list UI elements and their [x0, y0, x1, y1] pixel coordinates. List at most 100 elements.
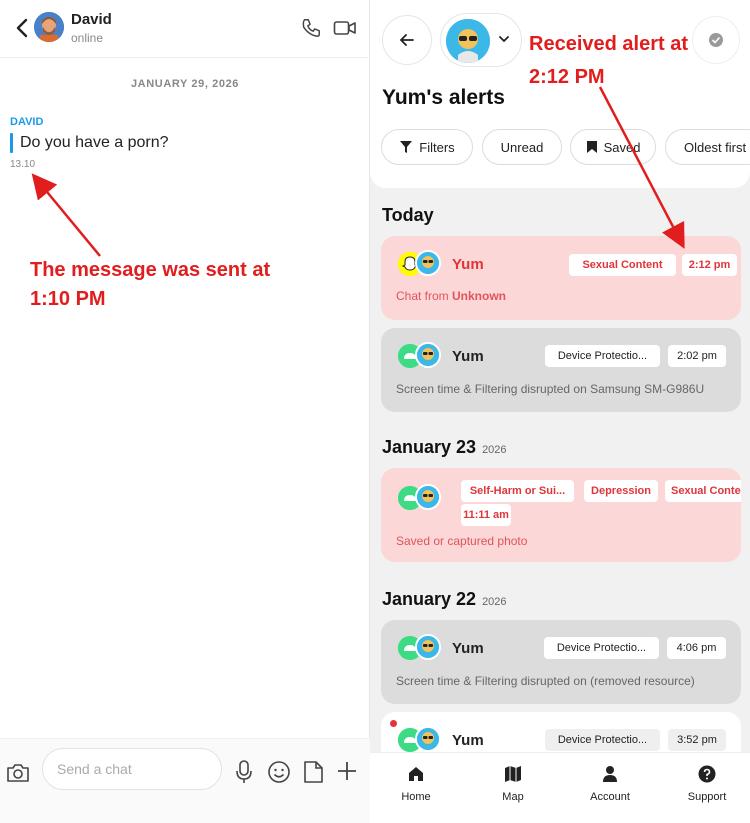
alert-category-tag: Self-Harm or Sui...	[461, 480, 574, 502]
tab-home-label: Home	[401, 791, 431, 803]
section-today: Today	[382, 205, 434, 226]
alert-card[interactable]: Yum Device Protectio... 2:02 pm Screen t…	[381, 328, 741, 412]
section-year: 2026	[482, 596, 507, 608]
page-title: Yum's alerts	[382, 86, 505, 109]
alert-description: Screen time & Filtering disrupted on (re…	[396, 674, 695, 688]
home-icon	[409, 767, 423, 781]
camera-icon[interactable]	[6, 763, 30, 783]
alert-category-tag: Sexual Conte	[665, 480, 741, 502]
bookmark-icon	[586, 141, 597, 153]
section-label: January 23	[382, 437, 477, 457]
annotation-received-time: Received alert at 2:12 PM	[529, 28, 729, 94]
chat-header: David online	[0, 0, 370, 58]
sender-label: DAVID	[10, 116, 44, 128]
section-label: Today	[382, 205, 434, 225]
chat-message[interactable]: Do you have a porn?	[20, 134, 169, 152]
chevron-down-icon	[497, 32, 511, 46]
filters-chip[interactable]: Filters	[381, 129, 473, 165]
annotation-sent-line2: 1:10 PM	[30, 288, 106, 310]
alert-source-avatars	[398, 726, 444, 754]
alert-description: Saved or captured photo	[396, 534, 528, 548]
message-accent-bar	[10, 133, 13, 153]
tab-map-label: Map	[502, 791, 524, 803]
tab-support-label: Support	[687, 791, 727, 803]
alert-source-avatars	[398, 484, 444, 512]
alerts-panel: Yum's alerts Filters Unread Saved Oldest…	[370, 0, 750, 823]
person-icon	[603, 766, 617, 782]
section-january-22: January 22 2026	[382, 589, 507, 610]
alert-source-avatars	[398, 250, 444, 278]
help-icon	[698, 765, 716, 783]
message-timestamp: 13.10	[10, 159, 36, 170]
alert-card[interactable]: Yum Device Protectio... 4:06 pm Screen t…	[381, 620, 741, 704]
screenshot-root: David online JANUARY 29, 2026 DAVID Do y…	[0, 0, 750, 823]
tab-account-label: Account	[590, 791, 630, 803]
unread-chip[interactable]: Unread	[482, 129, 562, 165]
arrow-left-icon	[400, 34, 414, 46]
annotation-received-line1: Received alert at	[529, 33, 688, 55]
avatar	[415, 342, 441, 368]
back-button[interactable]	[382, 15, 432, 65]
contact-status: online	[71, 31, 104, 45]
section-year: 2026	[482, 444, 507, 456]
alert-time: 11:11 am	[461, 504, 511, 526]
video-call-icon[interactable]	[333, 18, 357, 38]
alert-card[interactable]: Yum Sexual Content 2:12 pm Chat from Unk…	[381, 236, 741, 320]
date-separator: JANUARY 29, 2026	[130, 78, 240, 90]
microphone-icon[interactable]	[235, 759, 253, 785]
phone-call-icon[interactable]	[300, 17, 322, 39]
avatar	[446, 19, 490, 63]
alert-time: 3:52 pm	[668, 729, 726, 751]
alert-child-name: Yum	[452, 256, 484, 273]
alert-time: 2:02 pm	[668, 345, 726, 367]
annotation-received-line2: 2:12 PM	[529, 66, 605, 88]
contact-name[interactable]: David	[71, 11, 112, 28]
alert-description: Chat from Unknown	[396, 289, 506, 303]
tab-account[interactable]: Account	[570, 761, 650, 803]
emoji-icon[interactable]	[267, 760, 291, 784]
alert-time: 4:06 pm	[667, 637, 726, 659]
alert-source-avatars	[398, 342, 444, 370]
alert-description-prefix: Chat from	[396, 289, 453, 303]
avatar[interactable]	[34, 12, 64, 42]
section-label: January 22	[382, 589, 477, 609]
alert-category-tag: Sexual Content	[569, 254, 676, 276]
annotation-sent-line1: The message was sent at	[30, 259, 271, 281]
unread-chip-label: Unread	[500, 139, 544, 155]
alert-card[interactable]: Self-Harm or Sui... Depression Sexual Co…	[381, 468, 741, 562]
alert-source-avatars	[398, 634, 444, 662]
alert-time: 2:12 pm	[682, 254, 737, 276]
chat-input[interactable]	[42, 748, 222, 790]
alert-description: Screen time & Filtering disrupted on Sam…	[396, 382, 705, 396]
alert-child-name: Yum	[452, 640, 484, 657]
alert-category-tag: Device Protectio...	[545, 345, 660, 367]
tab-map[interactable]: Map	[473, 761, 553, 803]
avatar	[415, 726, 441, 752]
map-icon	[505, 766, 521, 782]
avatar	[415, 484, 441, 510]
sort-oldest-chip-label: Oldest first	[684, 139, 747, 155]
chat-panel: David online JANUARY 29, 2026 DAVID Do y…	[0, 0, 370, 823]
plus-icon[interactable]	[336, 760, 358, 782]
filters-chip-label: Filters	[419, 139, 455, 155]
bottom-tab-bar: Home Map Account Support	[370, 752, 750, 823]
avatar	[415, 250, 441, 276]
sort-oldest-chip[interactable]: Oldest first	[665, 129, 750, 165]
avatar	[415, 634, 441, 660]
alert-child-name: Yum	[452, 732, 484, 749]
saved-chip[interactable]: Saved	[570, 129, 656, 165]
saved-chip-label: Saved	[603, 139, 641, 155]
sticker-icon[interactable]	[302, 760, 324, 784]
alert-category-tag: Depression	[584, 480, 658, 502]
tab-support[interactable]: Support	[667, 761, 747, 803]
alert-description-source: Unknown	[452, 289, 507, 303]
alert-category-tag: Device Protectio...	[545, 729, 660, 751]
annotation-sent-time: The message was sent at 1:10 PM	[30, 256, 330, 314]
child-profile-selector[interactable]	[440, 13, 522, 67]
tab-home[interactable]: Home	[376, 761, 456, 803]
back-chevron-icon[interactable]	[14, 16, 30, 40]
alert-child-name: Yum	[452, 348, 484, 365]
unread-dot-icon	[390, 720, 397, 727]
section-january-23: January 23 2026	[382, 437, 507, 458]
alert-category-tag: Device Protectio...	[544, 637, 659, 659]
